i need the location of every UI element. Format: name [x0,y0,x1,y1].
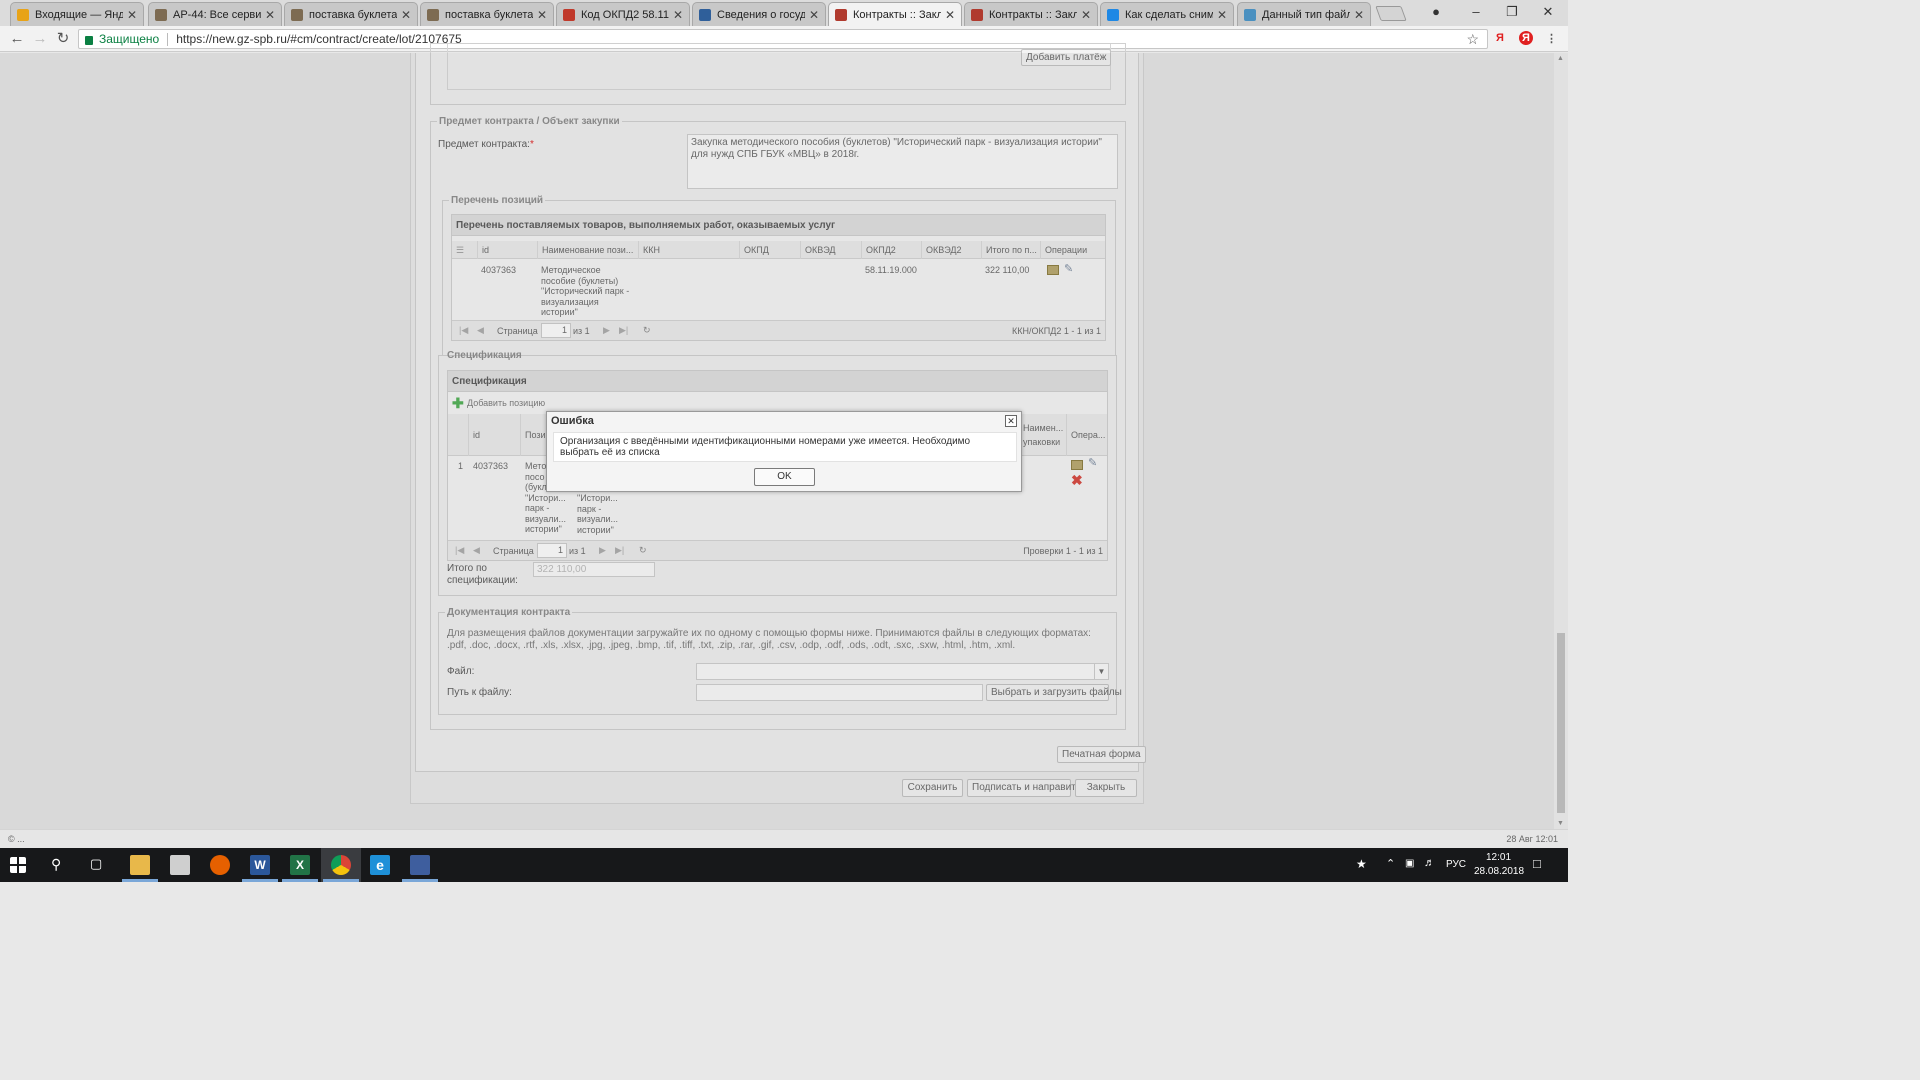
tab-favicon-icon [1244,8,1256,21]
app-icon[interactable] [410,855,430,875]
tab-close-icon[interactable]: ✕ [265,8,275,22]
active-indicator [122,879,158,882]
lock-icon [85,35,93,45]
tab-close-icon[interactable]: ✕ [1217,8,1227,22]
notifications-icon[interactable]: □ [1533,856,1541,871]
dialog-message: Организация с введёнными идентификационн… [553,432,1017,462]
bookmark-star-icon[interactable]: ☆ [1466,31,1479,48]
active-indicator [282,879,318,882]
tab-title: Данный тип файло [1262,8,1350,21]
status-bar: © ... 28 Авг 12:01 [0,829,1568,848]
tab-title: Как сделать снимок [1125,8,1213,21]
tab-favicon-icon [971,8,983,21]
tab-favicon-icon [835,8,847,21]
minimize-icon[interactable]: – [1456,3,1496,21]
browser-tab[interactable]: поставка буклета - ✕ [284,2,418,26]
restore-icon[interactable]: ❐ [1492,3,1532,21]
tab-favicon-icon [155,8,167,21]
tab-close-icon[interactable]: ✕ [673,8,683,22]
browser-menu-icon[interactable]: ⋮ [1546,32,1557,45]
active-indicator [323,879,359,882]
tab-favicon-icon [1107,8,1119,21]
browser-tab[interactable]: Как сделать снимок ✕ [1100,2,1234,26]
language-indicator[interactable]: РУС [1446,859,1466,870]
reload-icon[interactable]: ↻ [54,30,72,48]
browser-tab[interactable]: Сведения о государ ✕ [692,2,826,26]
browser-tab[interactable]: Контракты :: Заклю ✕ [964,2,1098,26]
tray-chevron-up-icon[interactable]: ⌃ [1386,857,1395,870]
browser-tab[interactable]: Входящие — Яндекс ✕ [10,2,144,26]
yandex-account-icon[interactable]: Я [1519,31,1533,45]
windows-taskbar: ⚲ ▢ W X e ★ ⌃ ▣ ♬ РУС 12:01 28.08.2018 □ [0,848,1568,882]
active-indicator [402,879,438,882]
store-icon[interactable] [170,855,190,875]
yandex-extension-icon[interactable]: Я [1496,32,1504,44]
people-icon[interactable]: ★ [1356,857,1367,871]
browser-tab[interactable]: Данный тип файло ✕ [1237,2,1371,26]
tab-close-icon[interactable]: ✕ [1081,8,1091,22]
browser-tab[interactable]: Контракты :: Заклю ✕ [828,2,962,26]
firefox-icon[interactable] [210,855,230,875]
dialog-ok-button[interactable]: OK [754,468,815,486]
browser-tab[interactable]: поставка буклета - ✕ [420,2,554,26]
error-dialog: Ошибка ✕ Организация с введёнными иденти… [546,411,1022,492]
volume-icon[interactable]: ♬ [1424,857,1435,869]
back-icon[interactable]: ← [8,30,26,48]
windows-start-icon[interactable] [10,857,26,873]
profile-icon[interactable]: ● [1416,3,1456,21]
tab-title: Код ОКПД2 58.11.19 [581,8,669,21]
tab-close-icon[interactable]: ✕ [945,8,955,22]
divider [167,32,169,46]
tab-favicon-icon [563,8,575,21]
forward-icon[interactable]: → [31,30,49,48]
tab-title: Входящие — Яндекс [35,8,123,21]
tab-title: АР-44: Все сервисы [173,8,261,21]
clock-date[interactable]: 28.08.2018 [1474,866,1524,877]
new-tab-button[interactable] [1375,6,1407,21]
browser-tab[interactable]: Код ОКПД2 58.11.19 ✕ [556,2,690,26]
browser-tab[interactable]: АР-44: Все сервисы ✕ [148,2,282,26]
tab-close-icon[interactable]: ✕ [537,8,547,22]
search-icon[interactable]: ⚲ [51,856,61,873]
dialog-close-icon[interactable]: ✕ [1005,415,1017,427]
task-view-icon[interactable]: ▢ [90,856,102,872]
active-indicator [242,879,278,882]
tab-title: поставка буклета - [309,8,397,21]
close-window-icon[interactable]: ✕ [1528,3,1568,21]
chrome-icon[interactable] [331,855,351,875]
word-icon[interactable]: W [250,855,270,875]
tab-favicon-icon [291,8,303,21]
tab-title: Контракты :: Заклю [989,8,1077,21]
file-explorer-icon[interactable] [130,855,150,875]
status-left: © ... [8,834,25,844]
secure-label: Защищено [99,32,160,46]
tab-title: поставка буклета - [445,8,533,21]
internet-explorer-icon[interactable]: e [370,855,390,875]
dialog-title: Ошибка [551,415,594,427]
browser-tab-strip: Входящие — Яндекс✕АР-44: Все сервисы✕пос… [0,0,1568,26]
tab-favicon-icon [699,8,711,21]
tab-title: Сведения о государ [717,8,805,21]
tab-close-icon[interactable]: ✕ [1354,8,1364,22]
network-icon[interactable]: ▣ [1405,858,1414,869]
excel-icon[interactable]: X [290,855,310,875]
tab-close-icon[interactable]: ✕ [127,8,137,22]
tab-title: Контракты :: Заклю [853,8,941,21]
tab-favicon-icon [427,8,439,21]
secure-indicator[interactable]: Защищено [85,32,159,46]
clock-time[interactable]: 12:01 [1486,852,1511,863]
tab-close-icon[interactable]: ✕ [401,8,411,22]
status-datetime: 28 Авг 12:01 [1506,834,1558,844]
tab-close-icon[interactable]: ✕ [809,8,819,22]
tab-favicon-icon [17,8,29,21]
url-text[interactable]: https://new.gz-spb.ru/#cm/contract/creat… [176,32,462,46]
